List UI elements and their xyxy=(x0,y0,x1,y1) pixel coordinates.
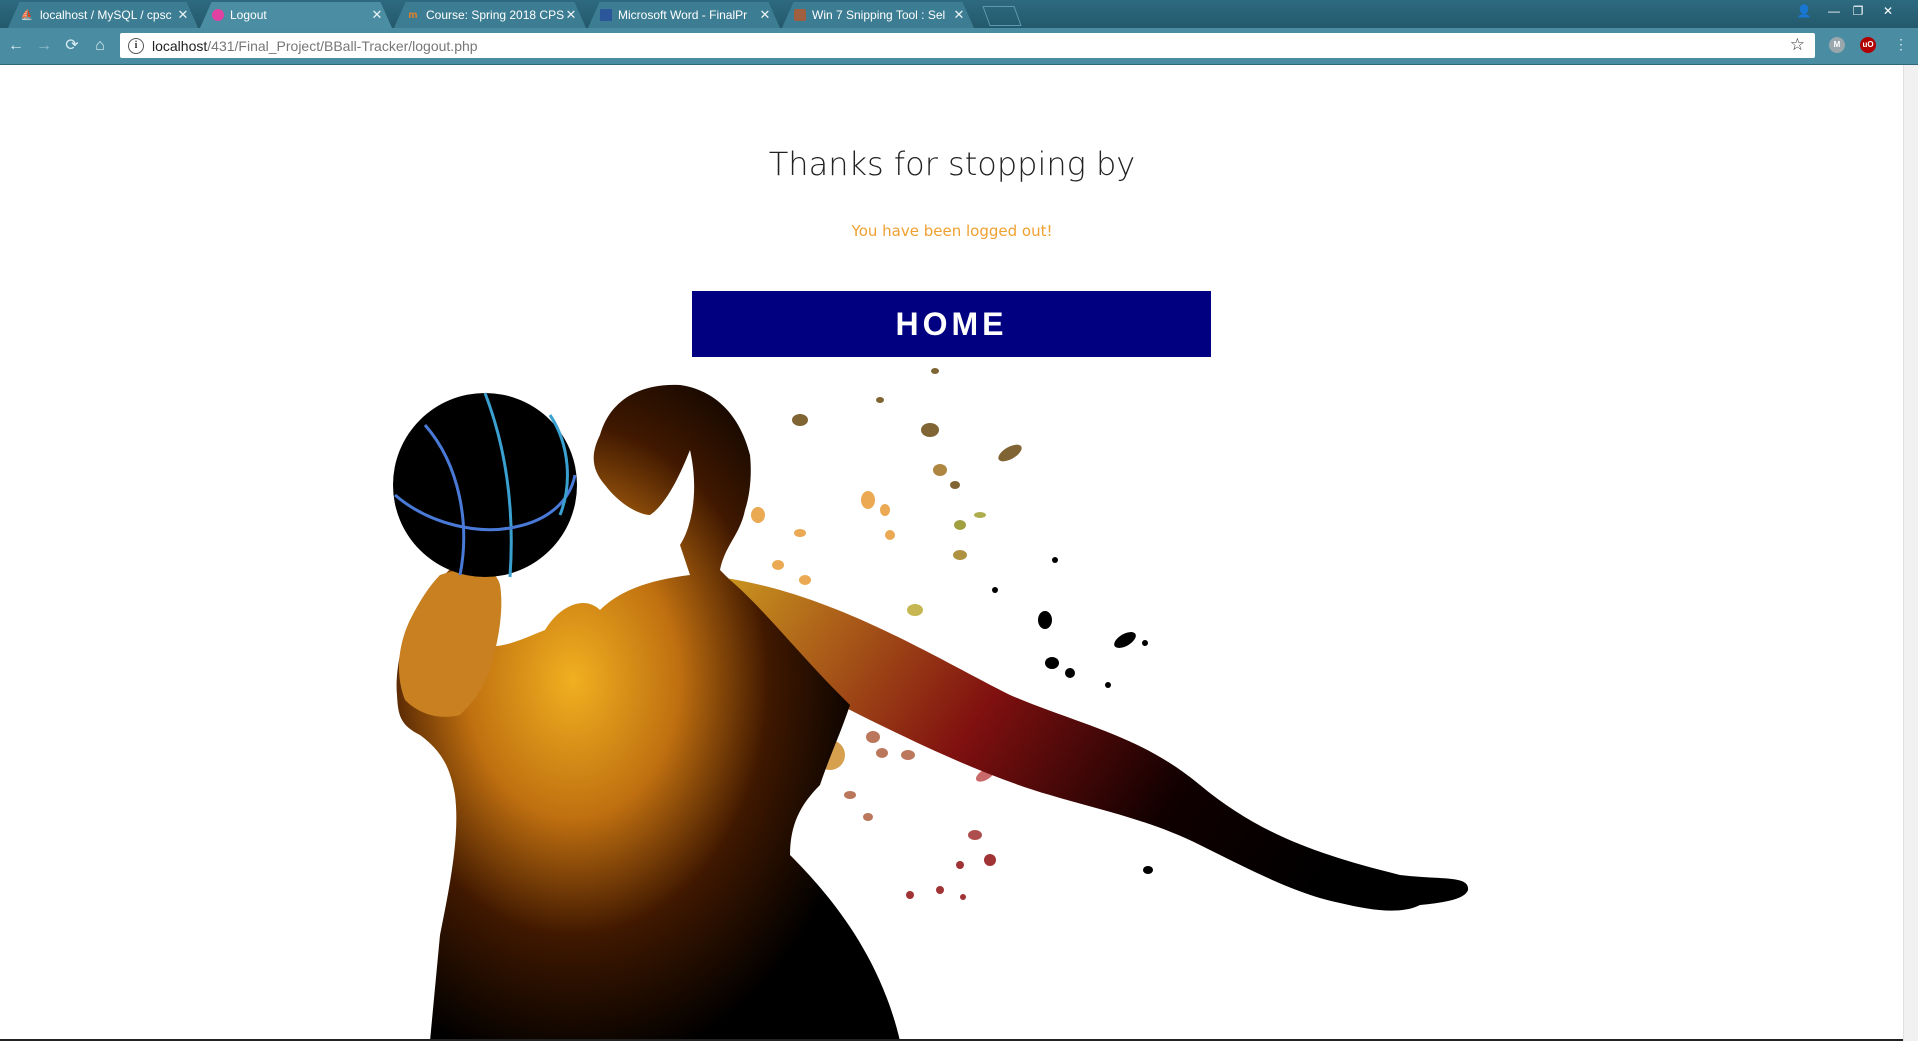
new-tab-button[interactable] xyxy=(982,6,1022,26)
back-button[interactable]: ← xyxy=(6,36,26,56)
close-icon[interactable]: ✕ xyxy=(370,7,384,23)
forward-button[interactable]: → xyxy=(34,36,54,56)
tab-title: Course: Spring 2018 CPSC xyxy=(426,8,564,22)
tab-snipping[interactable]: Win 7 Snipping Tool : Sel ✕ xyxy=(782,2,974,28)
reload-button[interactable]: ⟳ xyxy=(62,36,82,56)
tab-word[interactable]: Microsoft Word - FinalPr ✕ xyxy=(588,2,780,28)
home-button[interactable]: HOME xyxy=(692,291,1211,357)
browser-toolbar: ← → ⟳ ⌂ i localhost/431/Final_Project/BB… xyxy=(0,28,1918,65)
menu-icon[interactable]: ⋮ xyxy=(1894,36,1908,53)
phpmyadmin-icon: ⛵ xyxy=(20,9,34,21)
tab-logout[interactable]: Logout ✕ xyxy=(200,2,392,28)
extension-gray-icon[interactable]: M xyxy=(1829,37,1845,53)
word-icon xyxy=(600,9,612,21)
moodle-icon: m xyxy=(408,9,418,21)
tab-title: Microsoft Word - FinalPr xyxy=(618,8,748,22)
address-bar[interactable]: i localhost/431/Final_Project/BBall-Trac… xyxy=(120,33,1815,58)
close-icon[interactable]: ✕ xyxy=(176,7,190,23)
page-icon xyxy=(212,9,224,21)
info-icon[interactable]: i xyxy=(128,37,144,54)
tab-title: Logout xyxy=(230,8,267,22)
close-icon[interactable]: ✕ xyxy=(564,7,578,23)
close-icon[interactable]: ✕ xyxy=(758,7,772,23)
url-path: /431/Final_Project/BBall-Tracker/logout.… xyxy=(207,37,478,54)
page-content: Thanks for stopping by You have been log… xyxy=(0,65,1918,1041)
avatar-icon xyxy=(794,9,806,21)
scrollbar[interactable] xyxy=(1903,65,1918,1041)
logout-message: You have been logged out! xyxy=(851,222,1053,240)
home-nav-button[interactable]: ⌂ xyxy=(90,36,110,56)
tab-title: Win 7 Snipping Tool : Sel xyxy=(812,8,946,22)
restore-button[interactable]: ❐ xyxy=(1846,2,1870,20)
tab-strip: ⛵ localhost / MySQL / cpsc ✕ Logout ✕ m … xyxy=(0,0,1918,28)
minimize-button[interactable]: — xyxy=(1822,2,1846,20)
ublock-icon[interactable]: uO xyxy=(1860,37,1876,53)
url-host: localhost xyxy=(152,37,208,54)
close-icon[interactable]: ✕ xyxy=(952,7,966,23)
tab-course[interactable]: m Course: Spring 2018 CPSC ✕ xyxy=(394,2,586,28)
tab-phpmyadmin[interactable]: ⛵ localhost / MySQL / cpsc ✕ xyxy=(8,2,198,28)
star-icon[interactable]: ☆ xyxy=(1790,35,1805,55)
basketball-player-image xyxy=(393,368,1469,1041)
page-title: Thanks for stopping by xyxy=(768,145,1136,183)
close-window-button[interactable]: ✕ xyxy=(1876,2,1900,20)
basketball-icon xyxy=(393,392,577,578)
profile-icon[interactable]: 👤 xyxy=(1792,2,1816,20)
tab-title: localhost / MySQL / cpsc xyxy=(40,8,172,22)
